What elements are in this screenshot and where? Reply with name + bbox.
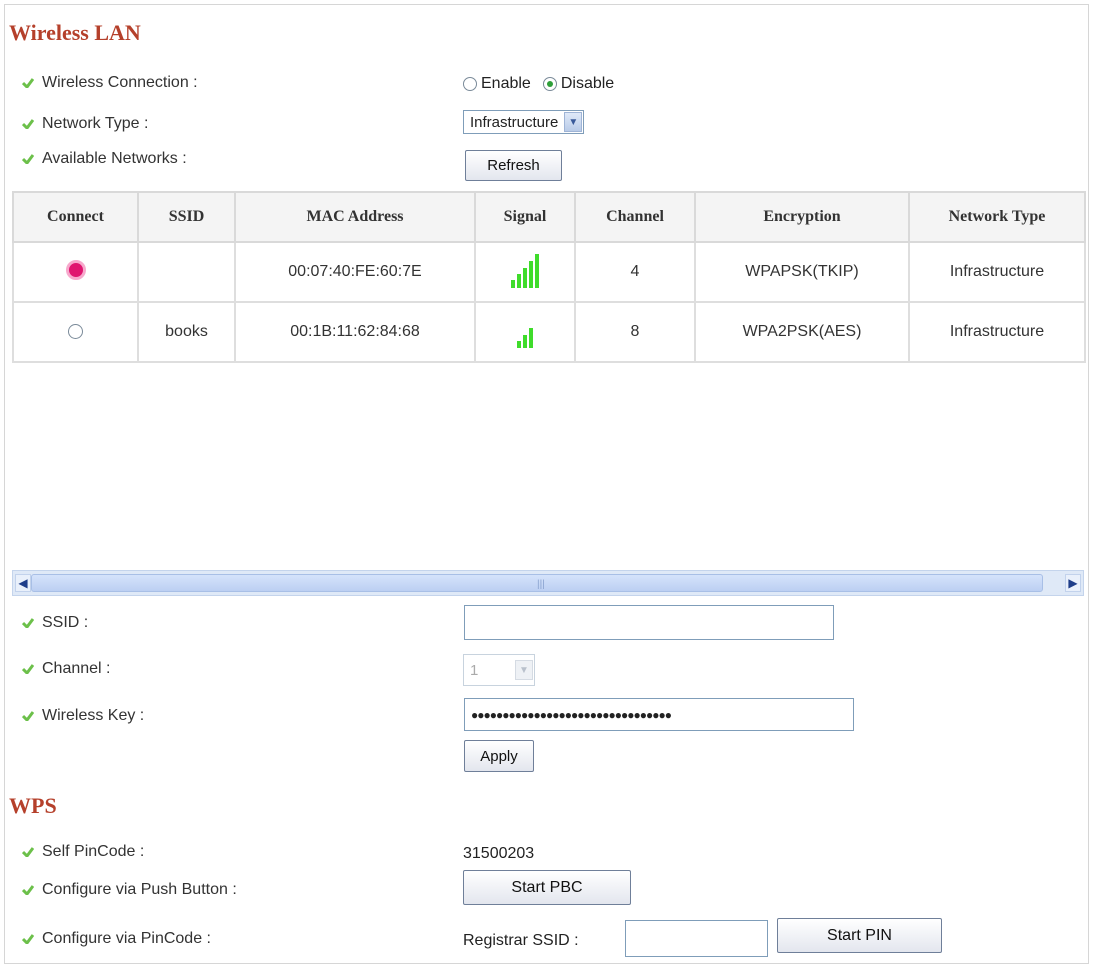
column-header-signal: Signal	[474, 191, 576, 243]
chevron-down-icon[interactable]: ▼	[564, 112, 583, 132]
wps-title: WPS	[9, 793, 57, 818]
wireless-lan-title: Wireless LAN	[9, 20, 141, 45]
signal-bar	[529, 260, 533, 288]
checkmark-bullet-icon	[22, 78, 34, 88]
signal-strength-icon	[511, 252, 539, 288]
column-header-channel: Channel	[574, 191, 696, 243]
scroll-right-icon[interactable]: ▶	[1065, 574, 1081, 592]
connect-radio-selected[interactable]	[65, 259, 86, 280]
checkmark-bullet-icon	[22, 885, 34, 895]
enable-radio-label: Enable	[481, 75, 531, 92]
wireless-connection-label: Wireless Connection :	[22, 74, 198, 92]
registrar-ssid-label: Registrar SSID :	[463, 932, 579, 949]
checkmark-bullet-icon	[22, 847, 34, 857]
column-header-network-type: Network Type	[908, 191, 1086, 243]
checkmark-bullet-icon	[22, 154, 34, 164]
table-row[interactable]: 00:07:40:FE:60:7E 4 WPAPSK(TKIP) Infrast…	[12, 241, 1086, 303]
start-pin-button[interactable]: Start PIN	[777, 918, 942, 953]
channel-cell: 8	[574, 301, 696, 363]
network-type-select-wrap: Infrastructure ▼	[463, 110, 585, 134]
column-header-mac: MAC Address	[234, 191, 476, 243]
available-networks-label: Available Networks :	[22, 150, 187, 168]
channel-value: 1	[470, 661, 479, 679]
scrollbar-thumb[interactable]: |||	[31, 574, 1043, 592]
registrar-ssid-input[interactable]	[625, 920, 768, 957]
column-header-encryption: Encryption	[694, 191, 910, 243]
network-type-label: Network Type :	[22, 115, 148, 133]
checkmark-bullet-icon	[22, 711, 34, 721]
connect-cell	[12, 301, 139, 363]
signal-strength-icon	[517, 312, 533, 348]
available-networks-table: Connect SSID MAC Address Signal Channel …	[12, 191, 1086, 363]
push-button-label-text: Configure via Push Button :	[42, 881, 237, 898]
checkmark-bullet-icon	[22, 618, 34, 628]
pincode-config-label: Configure via PinCode :	[22, 930, 211, 948]
horizontal-scrollbar[interactable]: ◀ ||| ▶	[12, 570, 1084, 596]
pincode-config-label-text: Configure via PinCode :	[42, 930, 211, 947]
mac-cell: 00:1B:11:62:84:68	[234, 301, 476, 363]
signal-cell	[474, 241, 576, 303]
network-type-text: Network Type :	[42, 115, 149, 132]
mac-cell: 00:07:40:FE:60:7E	[234, 241, 476, 303]
disable-radio-label: Disable	[560, 75, 615, 92]
apply-button[interactable]: Apply	[464, 740, 534, 772]
grip-icon: |||	[537, 579, 545, 590]
signal-bar	[529, 327, 533, 348]
self-pincode-value: 31500203	[463, 845, 535, 862]
enable-radio[interactable]	[463, 77, 477, 91]
content-panel	[4, 4, 1089, 964]
ssid-cell	[137, 241, 236, 303]
column-header-connect: Connect	[12, 191, 139, 243]
ssid-label: SSID :	[22, 614, 88, 632]
wireless-key-input[interactable]: ●●●●●●●●●●●●●●●●●●●●●●●●●●●●●●●●	[464, 698, 854, 731]
push-button-label: Configure via Push Button :	[22, 881, 237, 899]
available-networks-text: Available Networks :	[42, 150, 187, 167]
connect-cell	[12, 241, 139, 303]
refresh-button[interactable]: Refresh	[465, 150, 562, 181]
signal-bar	[523, 267, 527, 288]
table-header-row: Connect SSID MAC Address Signal Channel …	[12, 191, 1086, 243]
scroll-left-icon[interactable]: ◀	[15, 574, 31, 592]
network-type-value: Infrastructure	[470, 113, 559, 131]
self-pincode-label-text: Self PinCode :	[42, 843, 145, 860]
wireless-connection-options: Enable Disable	[463, 75, 614, 93]
signal-bar	[523, 334, 527, 348]
channel-select-wrap: 1 ▼	[463, 654, 535, 686]
chevron-down-icon[interactable]: ▼	[515, 660, 533, 680]
column-header-ssid: SSID	[137, 191, 236, 243]
self-pincode-label: Self PinCode :	[22, 843, 144, 861]
signal-bar	[535, 253, 539, 288]
channel-cell: 4	[574, 241, 696, 303]
checkmark-bullet-icon	[22, 664, 34, 674]
wireless-connection-text: Wireless Connection :	[42, 74, 198, 91]
signal-bar	[511, 279, 515, 288]
start-pbc-button[interactable]: Start PBC	[463, 870, 631, 905]
network-type-select[interactable]: Infrastructure ▼	[463, 110, 585, 134]
encryption-cell: WPA2PSK(AES)	[694, 301, 910, 363]
channel-label-text: Channel :	[42, 660, 111, 677]
encryption-cell: WPAPSK(TKIP)	[694, 241, 910, 303]
ssid-input[interactable]	[464, 605, 834, 640]
signal-bar	[517, 340, 521, 348]
table-row[interactable]: books 00:1B:11:62:84:68 8 WPA2PSK(AES) I…	[12, 301, 1086, 363]
disable-radio[interactable]	[542, 77, 557, 91]
network-type-cell: Infrastructure	[908, 241, 1086, 303]
checkmark-bullet-icon	[22, 119, 34, 129]
wireless-key-label: Wireless Key :	[22, 707, 144, 725]
signal-bar	[517, 273, 521, 288]
channel-select[interactable]: 1 ▼	[463, 654, 535, 686]
network-type-cell: Infrastructure	[908, 301, 1086, 363]
signal-cell	[474, 301, 576, 363]
ssid-label-text: SSID :	[42, 614, 89, 631]
checkmark-bullet-icon	[22, 934, 34, 944]
wireless-key-label-text: Wireless Key :	[42, 707, 145, 724]
connect-radio[interactable]	[68, 324, 83, 340]
ssid-cell: books	[137, 301, 236, 363]
channel-label: Channel :	[22, 660, 111, 678]
